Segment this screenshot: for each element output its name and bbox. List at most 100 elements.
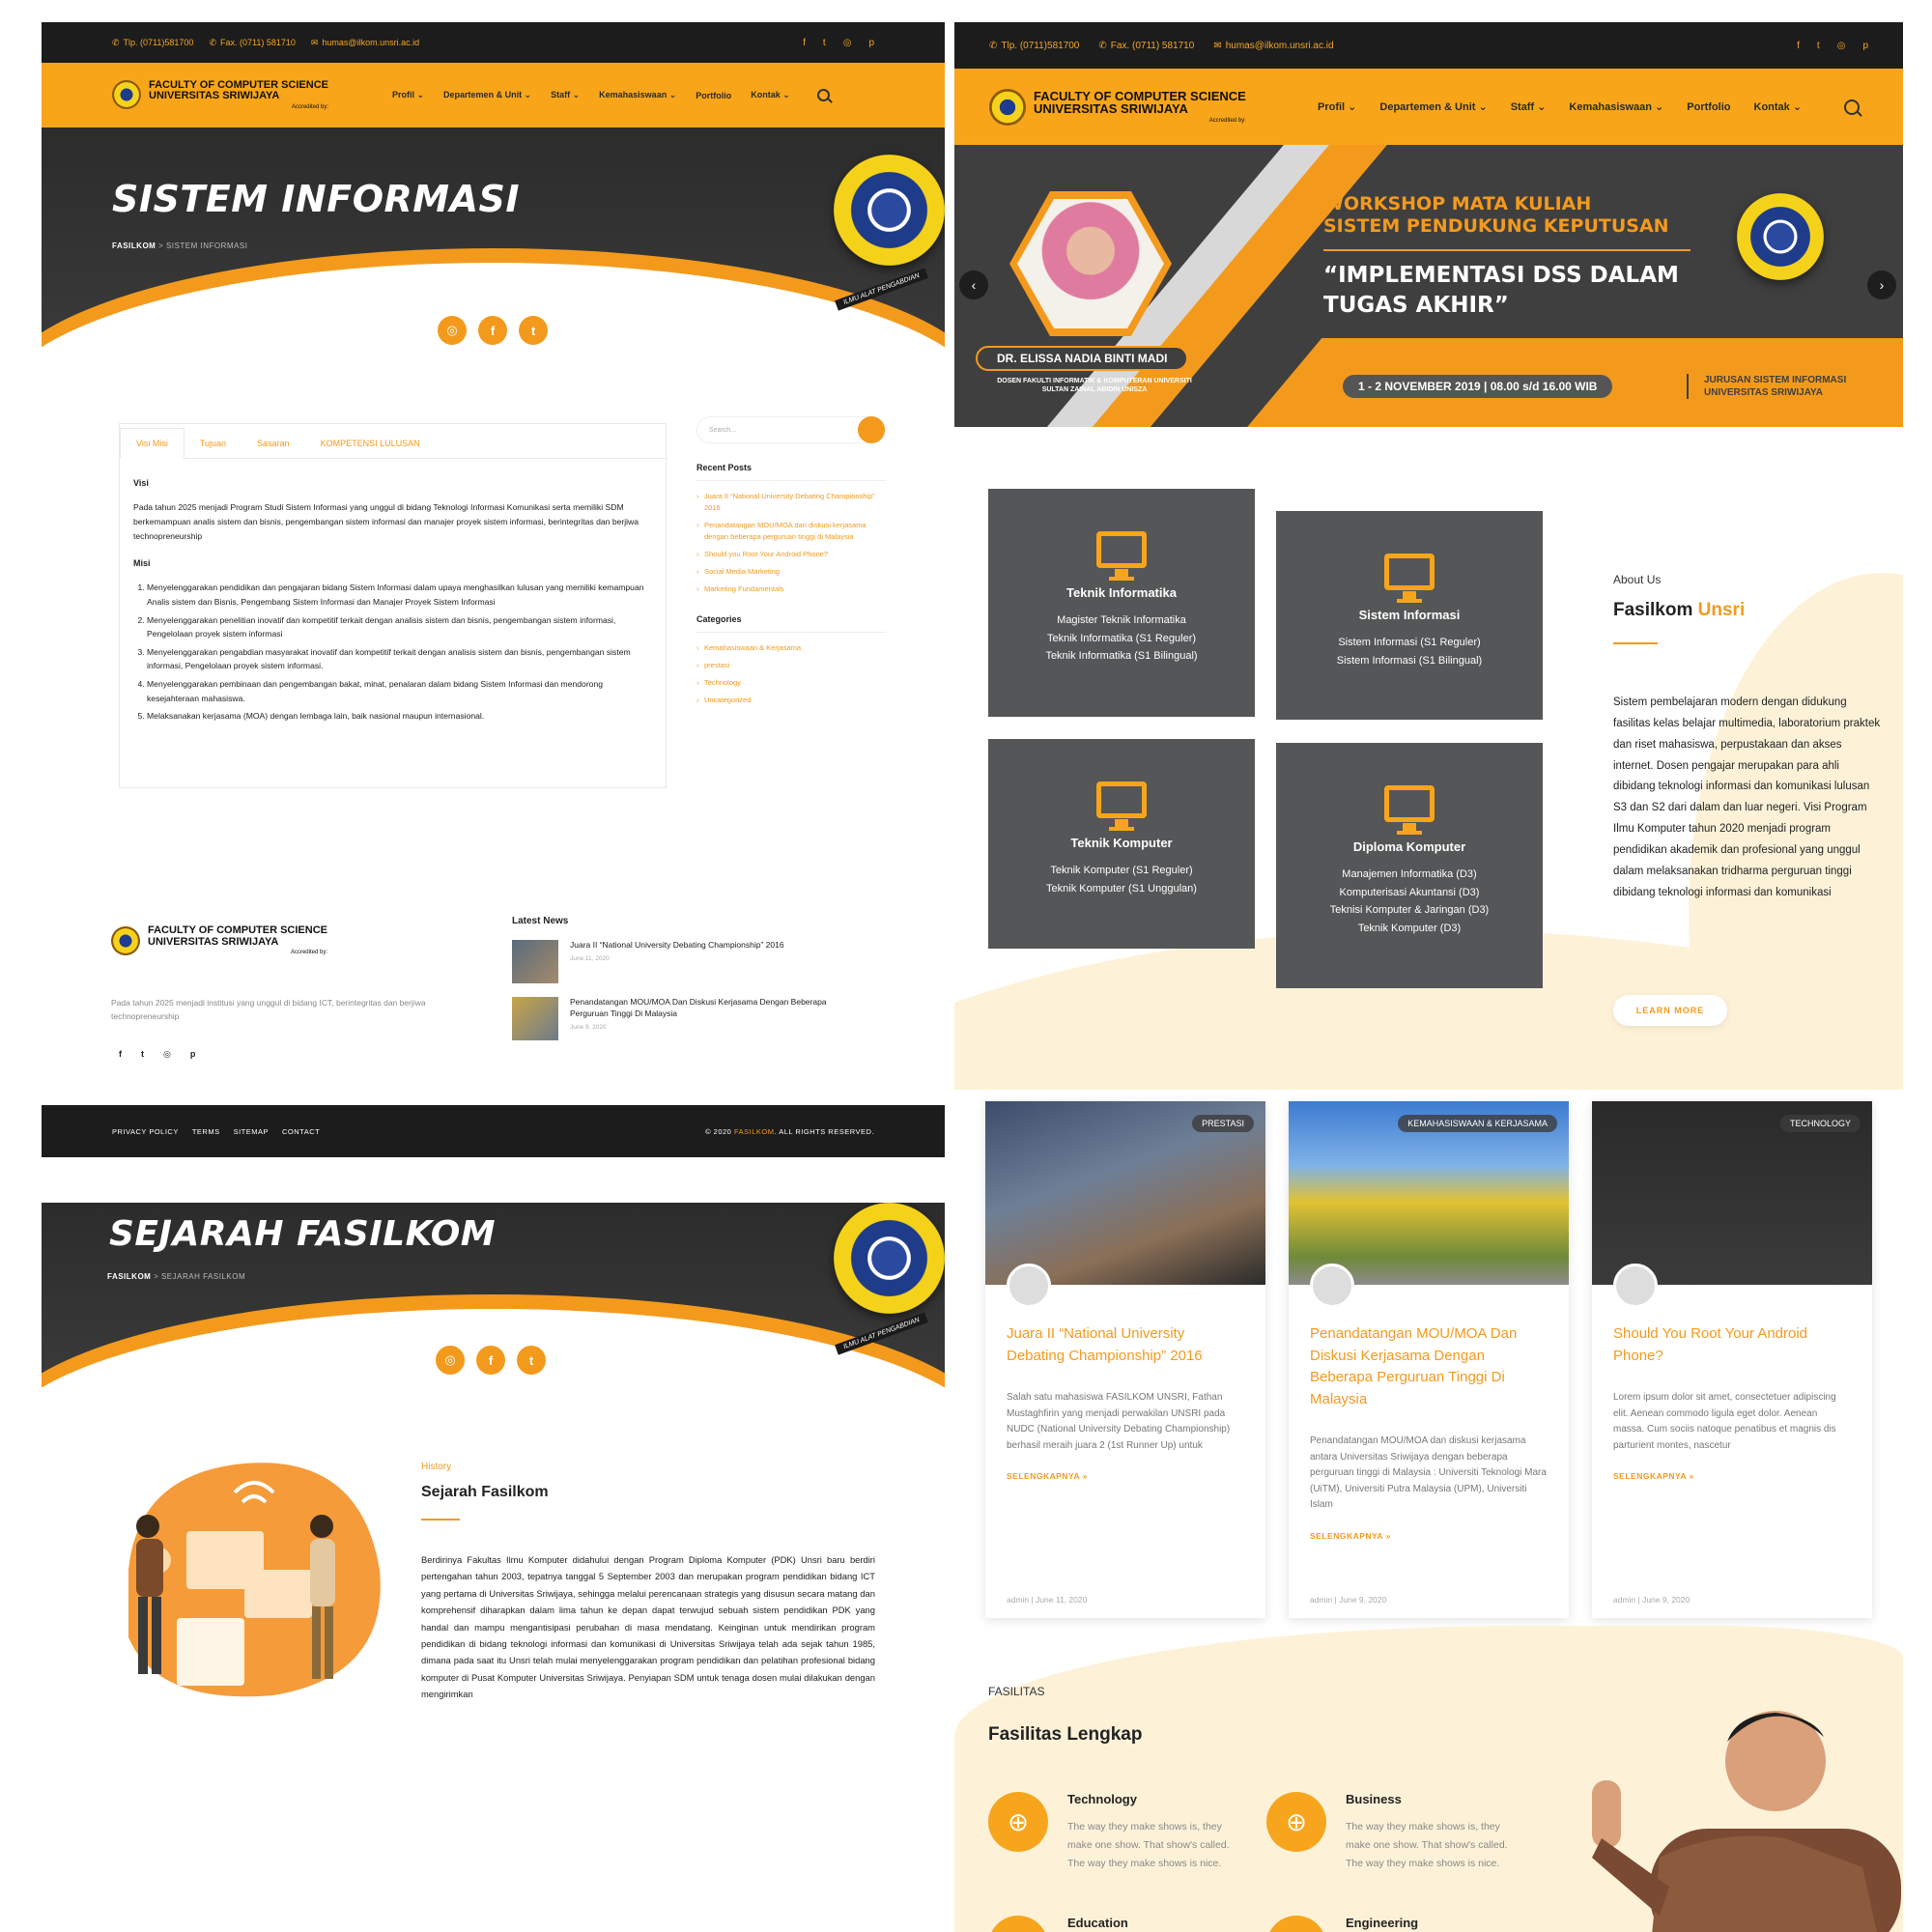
pinterest-icon[interactable]: p bbox=[868, 38, 874, 48]
misi-heading: Misi bbox=[133, 558, 151, 569]
recent-post-link[interactable]: Should you Root Your Android Phone? bbox=[696, 549, 886, 560]
site-brand[interactable]: FACULTY OF COMPUTER SCIENCE UNIVERSITAS … bbox=[989, 88, 1318, 126]
category-badge[interactable]: TECHNOLOGY bbox=[1779, 1115, 1861, 1132]
instagram-icon[interactable]: ◎ bbox=[438, 316, 467, 345]
read-more-link[interactable]: SELENGKAPNYA » bbox=[1310, 1531, 1548, 1541]
instagram-icon[interactable]: ◎ bbox=[163, 1049, 171, 1060]
program-card-sistem-informasi[interactable]: Sistem Informasi Sistem Informasi (S1 Re… bbox=[1276, 511, 1543, 720]
nav-departemen[interactable]: Departemen & Unit ⌄ bbox=[443, 90, 531, 100]
nav-departemen[interactable]: Departemen & Unit ⌄ bbox=[1379, 100, 1487, 113]
tab-tujuan[interactable]: Tujuan bbox=[185, 439, 242, 458]
copyright: © 2020 FASILKOM. ALL RIGHTS RESERVED. bbox=[705, 1126, 874, 1136]
fax-contact: ✆ Fax. (0711) 581710 bbox=[1098, 40, 1195, 51]
breadcrumb-home[interactable]: FASILKOM bbox=[112, 242, 156, 250]
contact-link[interactable]: CONTACT bbox=[282, 1127, 320, 1136]
twitter-icon[interactable]: t bbox=[823, 38, 826, 48]
facebook-icon[interactable]: f bbox=[476, 1346, 505, 1375]
category-link[interactable]: Uncategorized bbox=[696, 695, 886, 706]
site-brand[interactable]: FACULTY OF COMPUTER SCIENCE UNIVERSITAS … bbox=[112, 79, 392, 110]
search-icon[interactable] bbox=[816, 89, 830, 101]
twitter-icon[interactable]: t bbox=[517, 1346, 546, 1375]
nav-kontak[interactable]: Kontak ⌄ bbox=[1754, 100, 1803, 113]
search-button[interactable] bbox=[858, 416, 885, 443]
program-card-teknik-komputer[interactable]: Teknik Komputer Teknik Komputer (S1 Regu… bbox=[988, 739, 1255, 949]
instagram-icon[interactable]: ◎ bbox=[1837, 41, 1846, 51]
search-icon[interactable] bbox=[1844, 99, 1861, 115]
breadcrumb: FASILKOM > SEJARAH FASILKOM bbox=[107, 1272, 246, 1281]
title-underline bbox=[1613, 642, 1658, 644]
search-input[interactable]: Search... bbox=[696, 416, 886, 443]
tab-visi-misi[interactable]: Visi Misi bbox=[120, 428, 185, 459]
twitter-icon[interactable]: t bbox=[519, 316, 548, 345]
privacy-policy-link[interactable]: PRIVACY POLICY bbox=[112, 1127, 179, 1136]
post-title[interactable]: Penandatangan MOU/MOA Dan Diskusi Kerjas… bbox=[1310, 1323, 1548, 1410]
facebook-icon[interactable]: f bbox=[119, 1049, 122, 1060]
category-badge[interactable]: KEMAHASISWAAN & KERJASAMA bbox=[1398, 1115, 1557, 1132]
nav-portfolio[interactable]: Portfolio bbox=[1687, 101, 1730, 113]
category-badge[interactable]: PRESTASI bbox=[1192, 1115, 1254, 1132]
phone-contact[interactable]: ✆ Tlp. (0711)581700 bbox=[989, 41, 1079, 51]
about-us: About Us Fasilkom Unsri Sistem pembelaja… bbox=[1613, 573, 1884, 903]
facebook-icon[interactable]: f bbox=[803, 38, 806, 48]
nav-kemahasiswaan[interactable]: Kemahasiswaan ⌄ bbox=[1569, 100, 1663, 113]
post-image: TECHNOLOGY bbox=[1592, 1101, 1872, 1285]
pinterest-icon[interactable]: p bbox=[1862, 41, 1868, 51]
phone-contact[interactable]: ✆ Tlp. (0711)581700 bbox=[112, 38, 193, 48]
breadcrumb-home[interactable]: FASILKOM bbox=[107, 1272, 151, 1281]
nav-kontak[interactable]: Kontak ⌄ bbox=[751, 90, 790, 100]
read-more-link[interactable]: SELENGKAPNYA » bbox=[1007, 1471, 1244, 1481]
fax-icon: ✆ bbox=[1098, 40, 1107, 51]
twitter-icon[interactable]: t bbox=[1817, 41, 1820, 51]
hero-slider: WORKSHOP MATA KULIAH SISTEM PENDUKUNG KEP… bbox=[954, 145, 1903, 427]
nav-profil[interactable]: Profil ⌄ bbox=[392, 90, 424, 100]
slider-prev-button[interactable]: ‹ bbox=[959, 270, 988, 299]
recent-post-link[interactable]: Social Media Marketing bbox=[696, 566, 886, 578]
post-card[interactable]: PRESTASI Juara II “National University D… bbox=[985, 1101, 1265, 1618]
category-link[interactable]: prestasi bbox=[696, 660, 886, 671]
program-card-teknik-informatika[interactable]: Teknik Informatika Magister Teknik Infor… bbox=[988, 489, 1255, 717]
terms-link[interactable]: TERMS bbox=[192, 1127, 220, 1136]
top-social-icons: f t ◎ p bbox=[803, 38, 874, 48]
slider-next-button[interactable]: › bbox=[1867, 270, 1896, 299]
post-title[interactable]: Juara II “National University Debating C… bbox=[1007, 1323, 1244, 1367]
read-more-link[interactable]: SELENGKAPNYA » bbox=[1613, 1471, 1851, 1481]
sitemap-link[interactable]: SITEMAP bbox=[234, 1127, 269, 1136]
contact-info: ✆ Tlp. (0711)581700 ✆ Fax. (0711) 581710 ✉… bbox=[989, 41, 1334, 51]
recent-post-link[interactable]: Penandatangan MOU/MOA dan diskusi kerjas… bbox=[696, 520, 886, 543]
tab-sasaran[interactable]: Sasaran bbox=[242, 439, 305, 458]
category-link[interactable]: Technology bbox=[696, 677, 886, 689]
nav-profil[interactable]: Profil ⌄ bbox=[1318, 100, 1356, 113]
twitter-icon[interactable]: t bbox=[141, 1049, 144, 1060]
latest-news-heading: Latest News bbox=[512, 916, 569, 926]
post-title[interactable]: Should You Root Your Android Phone? bbox=[1613, 1323, 1851, 1367]
news-item[interactable]: Juara II “National University Debating C… bbox=[512, 940, 860, 983]
pinterest-icon[interactable]: p bbox=[190, 1049, 196, 1060]
email-contact[interactable]: ✉ humas@ilkom.unsri.ac.id bbox=[1213, 41, 1333, 51]
facebook-icon[interactable]: f bbox=[478, 316, 507, 345]
email-contact[interactable]: ✉ humas@ilkom.unsri.ac.id bbox=[311, 38, 419, 48]
nav-staff[interactable]: Staff ⌄ bbox=[1511, 100, 1547, 113]
category-link[interactable]: Kemahasiswaan & Kerjasama bbox=[696, 642, 886, 654]
recent-post-link[interactable]: Juara II “National University Debating C… bbox=[696, 491, 886, 514]
program-card-diploma-komputer[interactable]: Diploma Komputer Manajemen Informatika (… bbox=[1276, 743, 1543, 988]
home-page: ✆ Tlp. (0711)581700 ✆ Fax. (0711) 581710 ✉… bbox=[954, 22, 1903, 1932]
tab-kompetensi[interactable]: KOMPETENSI LULUSAN bbox=[305, 439, 436, 458]
post-card[interactable]: KEMAHASISWAAN & KERJASAMA Penandatangan … bbox=[1289, 1101, 1569, 1618]
nav-kemahasiswaan[interactable]: Kemahasiswaan ⌄ bbox=[599, 90, 676, 100]
unsri-logo bbox=[989, 88, 1026, 126]
facebook-icon[interactable]: f bbox=[1797, 41, 1800, 51]
recent-post-link[interactable]: Marketing Fundamentals bbox=[696, 583, 886, 595]
instagram-icon[interactable]: ◎ bbox=[843, 38, 852, 48]
post-card[interactable]: TECHNOLOGY Should You Root Your Android … bbox=[1592, 1101, 1872, 1618]
sejarah-page: SEJARAH FASILKOM FASILKOM > SEJARAH FASI… bbox=[42, 1203, 945, 1932]
post-excerpt: Lorem ipsum dolor sit amet, consectetuer… bbox=[1613, 1392, 1836, 1451]
nav-staff[interactable]: Staff ⌄ bbox=[551, 90, 580, 100]
instagram-icon[interactable]: ◎ bbox=[436, 1346, 465, 1375]
mail-icon: ✉ bbox=[1213, 40, 1222, 51]
footer-brand[interactable]: FACULTY OF COMPUTER SCIENCE UNIVERSITAS … bbox=[111, 924, 327, 955]
learn-more-button[interactable]: LEARN MORE bbox=[1613, 995, 1727, 1026]
post-meta: admin | June 9, 2020 bbox=[1613, 1595, 1690, 1605]
nav-portfolio[interactable]: Portfolio bbox=[696, 91, 731, 100]
main-nav: FACULTY OF COMPUTER SCIENCE UNIVERSITAS … bbox=[42, 63, 945, 128]
news-item[interactable]: Penandatangan MOU/MOA Dan Diskusi Kerjas… bbox=[512, 997, 860, 1040]
